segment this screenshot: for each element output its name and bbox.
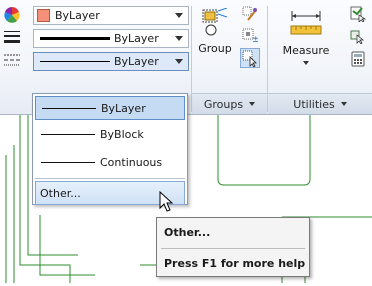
linetype-option-label: ByBlock: [100, 127, 144, 141]
lineweight-sample: [40, 37, 110, 40]
linetype-icon[interactable]: [4, 53, 20, 67]
lineweight-combo[interactable]: ByLayer: [33, 29, 189, 48]
chevron-down-icon: [249, 102, 256, 106]
chevron-down-icon: [175, 36, 183, 41]
chevron-down-icon: [175, 59, 183, 64]
measure-icon: [288, 8, 324, 40]
linetype-sample: [41, 161, 95, 163]
select-similar-icon[interactable]: [350, 28, 366, 45]
color-combo[interactable]: ByLayer: [33, 6, 189, 25]
groups-panel-title[interactable]: Groups: [192, 93, 267, 114]
other-option-label: Other...: [40, 186, 81, 200]
color-wheel-icon[interactable]: [4, 7, 20, 23]
group-edit-icon[interactable]: ±: [242, 28, 260, 45]
linetype-sample: [40, 61, 110, 62]
tooltip: Other... Press F1 for more help: [156, 217, 310, 277]
group-icon: [201, 7, 229, 38]
color-swatch: [37, 9, 50, 22]
linetype-dropdown: ByLayer ByBlock Continuous Other...: [32, 93, 188, 205]
linetype-option[interactable]: Continuous: [35, 150, 185, 174]
group-button-label: Group: [198, 42, 232, 55]
linetype-sample: [41, 133, 95, 135]
utilities-panel-title[interactable]: Utilities: [268, 93, 372, 114]
lineweight-icon[interactable]: [4, 30, 20, 44]
chevron-down-icon: [303, 61, 309, 65]
measure-button[interactable]: Measure: [275, 8, 337, 65]
chevron-down-icon: [340, 102, 347, 106]
ungroup-icon[interactable]: [242, 6, 258, 22]
linetype-sample: [42, 107, 96, 109]
linetype-value: ByLayer: [114, 55, 159, 68]
linetype-combo[interactable]: ByLayer: [33, 52, 189, 71]
tooltip-divider: [161, 248, 305, 249]
linetype-option-label: ByLayer: [101, 101, 146, 115]
mouse-pointer-icon: [159, 190, 175, 213]
calculator-icon[interactable]: [350, 51, 366, 67]
svg-text:±: ±: [252, 35, 258, 44]
chevron-down-icon: [175, 13, 183, 18]
quick-select-icon[interactable]: [350, 6, 367, 23]
tooltip-title: Other...: [164, 226, 211, 239]
linetype-option[interactable]: ByBlock: [35, 122, 185, 146]
lineweight-value: ByLayer: [114, 32, 159, 45]
utilities-panel-title-label: Utilities: [293, 97, 335, 111]
dropdown-divider: [35, 178, 185, 179]
color-value: ByLayer: [55, 9, 100, 22]
measure-button-label: Measure: [282, 44, 330, 57]
group-button[interactable]: Group: [196, 7, 234, 55]
tooltip-help-text: Press F1 for more help: [164, 257, 306, 270]
linetype-option[interactable]: ByLayer: [35, 96, 185, 120]
linetype-option-label: Continuous: [100, 155, 163, 169]
group-selection-icon[interactable]: [240, 48, 260, 68]
groups-panel-title-label: Groups: [203, 97, 244, 111]
